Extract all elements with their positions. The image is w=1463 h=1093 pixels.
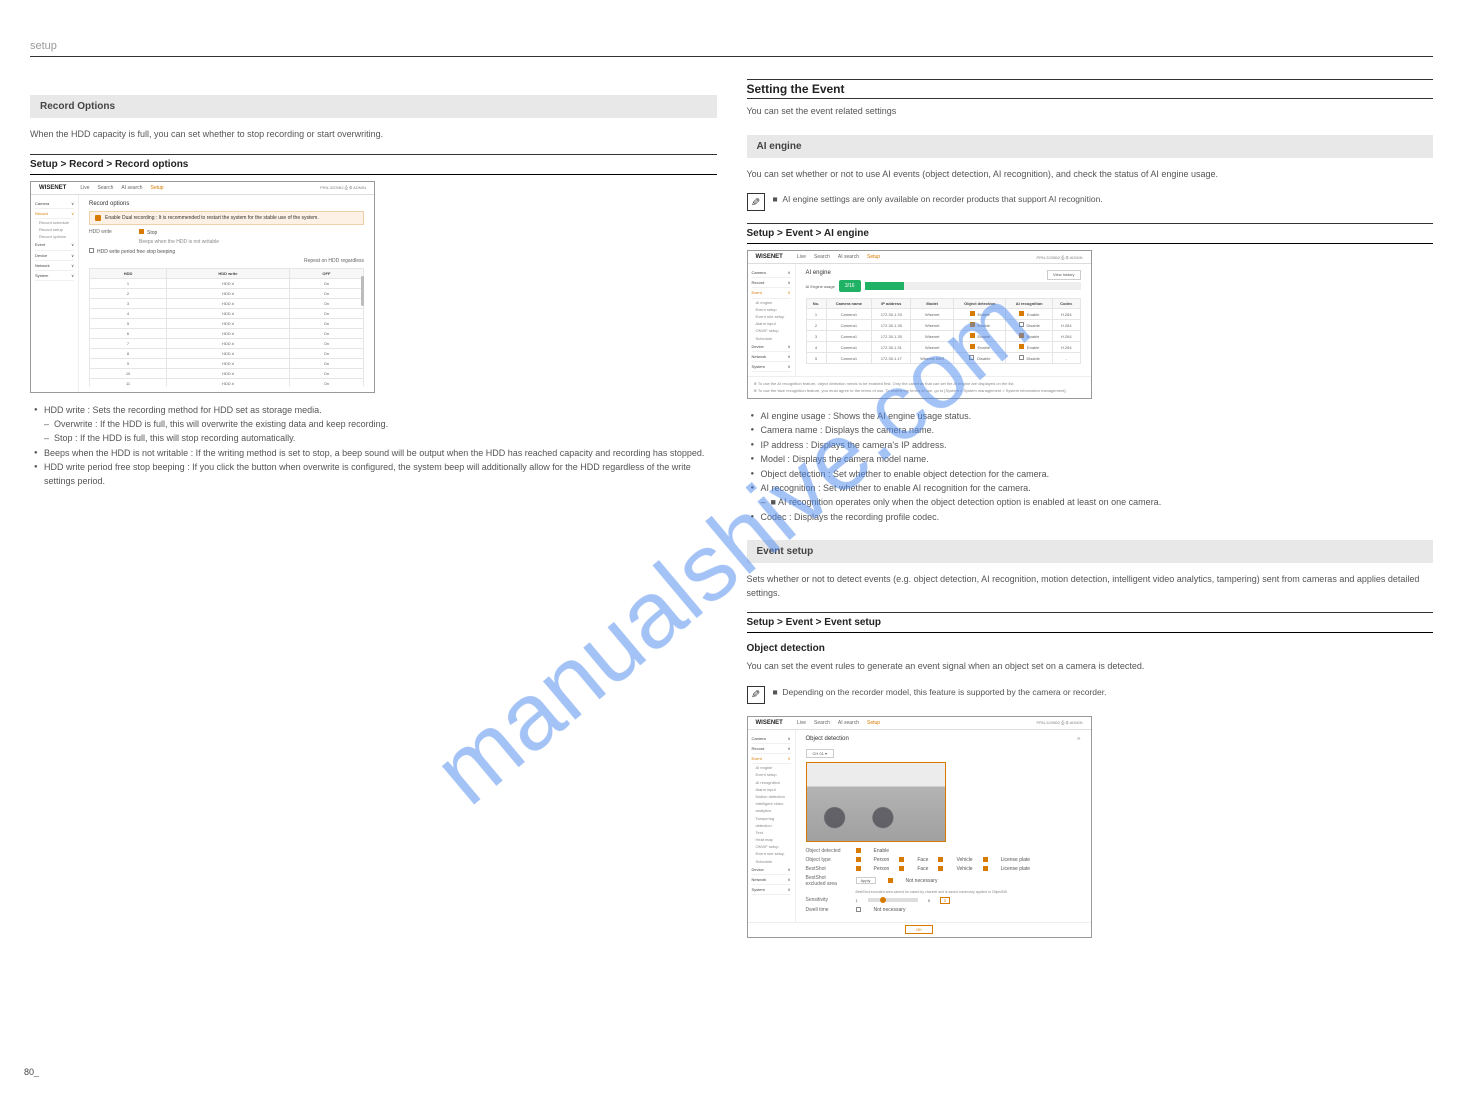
- note-icon: [747, 686, 765, 704]
- checkbox[interactable]: [89, 248, 94, 253]
- top-rule: [30, 56, 1433, 57]
- side-item[interactable]: Record∨: [752, 278, 791, 288]
- panel-title: AI engine: [806, 270, 831, 276]
- tab-setup[interactable]: Setup: [867, 720, 880, 726]
- tab-setup[interactable]: Setup: [867, 254, 880, 260]
- app-logo: WISENET: [756, 254, 783, 260]
- warn-icon: [95, 215, 101, 221]
- app-logo: WISENET: [39, 185, 66, 191]
- side-item[interactable]: Camera∨: [752, 268, 791, 278]
- hdd-table: HDD HDD write OFF 1HDD #On2HDD #On3HDD #…: [89, 268, 364, 386]
- nav-path: Setup > Record > Record options: [30, 154, 717, 175]
- ok-button[interactable]: OK: [905, 925, 933, 934]
- side-item[interactable]: Event∨: [752, 754, 791, 764]
- side-item[interactable]: Event∨: [752, 288, 791, 298]
- header-right: PRN-3205B2 ⎙ ⚙ ADMIN: [1036, 255, 1082, 260]
- checkbox[interactable]: [139, 229, 144, 234]
- bullet-list: AI engine usage : Shows the AI engine us…: [751, 409, 1434, 524]
- tab-live[interactable]: Live: [797, 254, 806, 260]
- screenshot-ai-engine: WISENET Live Search AI search Setup PRN-…: [747, 250, 1092, 399]
- side-sub[interactable]: Schedule: [752, 335, 791, 342]
- side-sub[interactable]: AI engine: [752, 299, 791, 306]
- chapter-label: setup: [30, 40, 1433, 55]
- page-number: 80_: [24, 1067, 39, 1077]
- side-event[interactable]: Event∨: [35, 240, 74, 250]
- sidebar: Camera∨ Record∨ Event∨ AI engine Event s…: [748, 264, 796, 376]
- field-label: HDD write: [89, 229, 129, 235]
- usage-badge: 3/16: [839, 280, 861, 292]
- side-device[interactable]: Device∨: [35, 251, 74, 261]
- tab-setup[interactable]: Setup: [151, 185, 164, 191]
- side-item[interactable]: Record schedule: [35, 219, 74, 226]
- warning-banner: Enable Dual recording : It is recommende…: [89, 211, 364, 225]
- header-right: PRN-3205B2 ⎙ ⚙ ADMIN: [1036, 720, 1082, 725]
- left-column: Record Options When the HDD capacity is …: [30, 79, 717, 948]
- side-record[interactable]: Record∨: [35, 209, 74, 219]
- side-item[interactable]: Record setup: [35, 226, 74, 233]
- side-sub[interactable]: Event setup: [752, 306, 791, 313]
- bullet-list: HDD write : Sets the recording method fo…: [34, 403, 717, 489]
- side-item[interactable]: Network∨: [752, 352, 791, 362]
- side-item[interactable]: Network∨: [752, 875, 791, 885]
- note-icon: [747, 193, 765, 211]
- tab-ai-search[interactable]: AI search: [838, 720, 859, 726]
- nav-path: Setup > Event > Event setup: [747, 612, 1434, 633]
- tab-ai-search[interactable]: AI search: [121, 185, 142, 191]
- body-text: You can set the event related settings: [747, 105, 1434, 119]
- panel-title: Record options: [89, 201, 364, 207]
- screenshot-record-options: WISENET Live Search AI search Setup PRN-…: [30, 181, 375, 393]
- tab-live[interactable]: Live: [797, 720, 806, 726]
- tab-ai-search[interactable]: AI search: [838, 254, 859, 260]
- side-item[interactable]: Device∨: [752, 865, 791, 875]
- nav-path: Setup > Event > AI engine: [747, 223, 1434, 244]
- table-footnotes: ※ To use the AI recognition feature, obj…: [748, 376, 1091, 398]
- body-text: You can set whether or not to use AI eve…: [747, 168, 1434, 182]
- side-item[interactable]: System∨: [752, 362, 791, 372]
- side-item[interactable]: Device∨: [752, 342, 791, 352]
- view-history-button[interactable]: View history: [1047, 270, 1081, 280]
- tab-search[interactable]: Search: [814, 720, 830, 726]
- tab-search[interactable]: Search: [98, 185, 114, 191]
- section-title: Event setup: [747, 540, 1434, 563]
- side-sub[interactable]: Alarm input: [752, 320, 791, 327]
- side-item[interactable]: Record∨: [752, 744, 791, 754]
- field-note: Beeps when the HDD is not writable: [139, 239, 364, 245]
- preview-image: [806, 762, 946, 842]
- sidebar: Camera∨ Record∨ Event∨ AI engine Event s…: [748, 730, 796, 922]
- side-item[interactable]: Camera∨: [752, 734, 791, 744]
- side-sub[interactable]: ONVIF setup: [752, 327, 791, 334]
- side-network[interactable]: Network∨: [35, 261, 74, 271]
- note-text: ■ AI engine settings are only available …: [773, 193, 1103, 211]
- side-camera[interactable]: Camera∨: [35, 199, 74, 209]
- screenshot-object-detection: WISENET Live Search AI search Setup PRN-…: [747, 716, 1092, 938]
- tab-live[interactable]: Live: [80, 185, 89, 191]
- right-note: Repeat on HDD regardless: [89, 258, 364, 264]
- scrollbar[interactable]: [361, 276, 364, 306]
- side-item-active[interactable]: Record options: [35, 233, 74, 240]
- engine-table: No.Camera nameIP addressModelObject dete…: [806, 298, 1081, 364]
- header-right: PRN-3205B2 ⎙ ⚙ ADMIN: [320, 185, 366, 190]
- side-sub[interactable]: Event rule setup: [752, 313, 791, 320]
- sensitivity-slider[interactable]: [868, 898, 918, 902]
- usage-label: AI Engine usage: [806, 284, 835, 289]
- body-text: When the HDD capacity is full, you can s…: [30, 128, 717, 142]
- body-text: Sets whether or not to detect events (e.…: [747, 573, 1434, 600]
- app-logo: WISENET: [756, 720, 783, 726]
- side-item[interactable]: System∨: [752, 885, 791, 895]
- tab-search[interactable]: Search: [814, 254, 830, 260]
- side-system[interactable]: System∨: [35, 271, 74, 281]
- panel-title: Object detection: [806, 736, 849, 742]
- channel-select[interactable]: CH 01 ▾: [806, 749, 834, 758]
- body-text: You can set the event rules to generate …: [747, 660, 1434, 674]
- section-heading: Setting the Event: [747, 82, 1434, 96]
- subsection-title: Object detection: [747, 643, 1434, 654]
- section-title: Record Options: [30, 95, 717, 118]
- sidebar: Camera∨ Record∨ Record schedule Record s…: [31, 195, 79, 392]
- right-column: Setting the Event You can set the event …: [747, 79, 1434, 948]
- section-title: AI engine: [747, 135, 1434, 158]
- note-text: ■ Depending on the recorder model, this …: [773, 686, 1107, 704]
